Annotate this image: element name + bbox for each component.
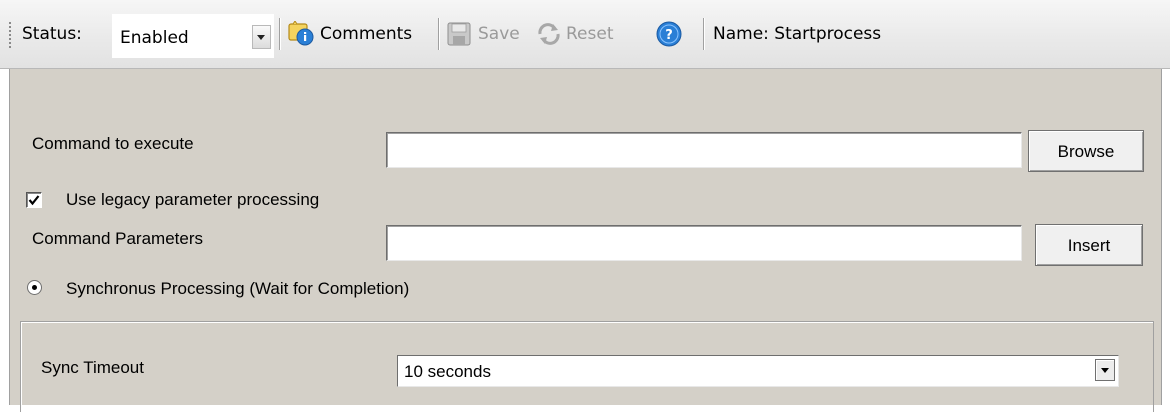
toolbar-separator xyxy=(703,18,704,50)
params-input[interactable] xyxy=(386,225,1022,261)
comments-button[interactable]: Comments xyxy=(320,21,412,47)
status-label: Status: xyxy=(22,24,82,44)
settings-panel: Command to execute Browse Use legacy par… xyxy=(9,69,1162,412)
legacy-checkbox[interactable] xyxy=(26,192,42,208)
status-value: Enabled xyxy=(120,28,189,48)
reset-button[interactable]: Reset xyxy=(566,21,614,47)
sync-timeout-value: 10 seconds xyxy=(404,362,491,381)
sync-radio-label[interactable]: Synchronus Processing (Wait for Completi… xyxy=(66,279,409,299)
save-button[interactable]: Save xyxy=(478,21,520,47)
toolbar-separator xyxy=(279,18,280,50)
checkmark-icon xyxy=(28,195,40,206)
status-dropdown[interactable]: Enabled xyxy=(112,14,274,58)
comments-icon xyxy=(288,21,314,46)
sync-options-group: Sync Timeout 10 seconds xyxy=(20,321,1154,412)
sync-timeout-label: Sync Timeout xyxy=(41,358,144,377)
toolbar: Status: Enabled Comments Save Reset ? Na… xyxy=(0,0,1170,69)
chevron-down-icon[interactable] xyxy=(1095,359,1115,381)
command-input[interactable] xyxy=(386,132,1022,168)
sync-radio[interactable] xyxy=(27,280,42,295)
toolbar-grip[interactable] xyxy=(9,22,11,48)
sync-timeout-select[interactable]: 10 seconds xyxy=(397,355,1119,387)
legacy-checkbox-label[interactable]: Use legacy parameter processing xyxy=(66,190,319,210)
chevron-down-icon[interactable] xyxy=(252,25,271,49)
toolbar-separator xyxy=(438,18,439,50)
save-icon xyxy=(447,22,471,46)
insert-button[interactable]: Insert xyxy=(1035,224,1143,266)
params-label: Command Parameters xyxy=(32,229,204,248)
svg-text:?: ? xyxy=(665,28,673,43)
record-name: Name: Startprocess xyxy=(713,24,882,44)
reset-icon xyxy=(538,23,560,45)
browse-button[interactable]: Browse xyxy=(1028,130,1144,172)
command-label: Command to execute xyxy=(32,134,194,153)
help-icon[interactable]: ? xyxy=(656,21,682,47)
